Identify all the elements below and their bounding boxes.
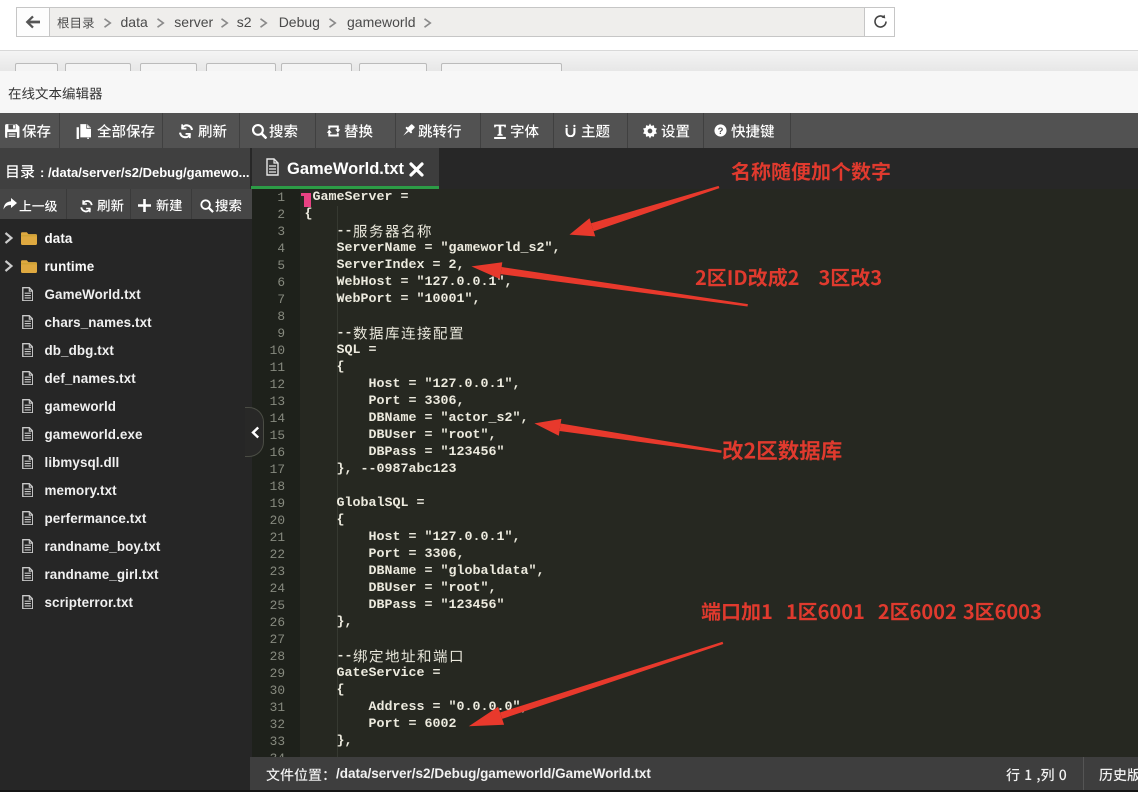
svg-text:?: ? [718, 126, 724, 137]
